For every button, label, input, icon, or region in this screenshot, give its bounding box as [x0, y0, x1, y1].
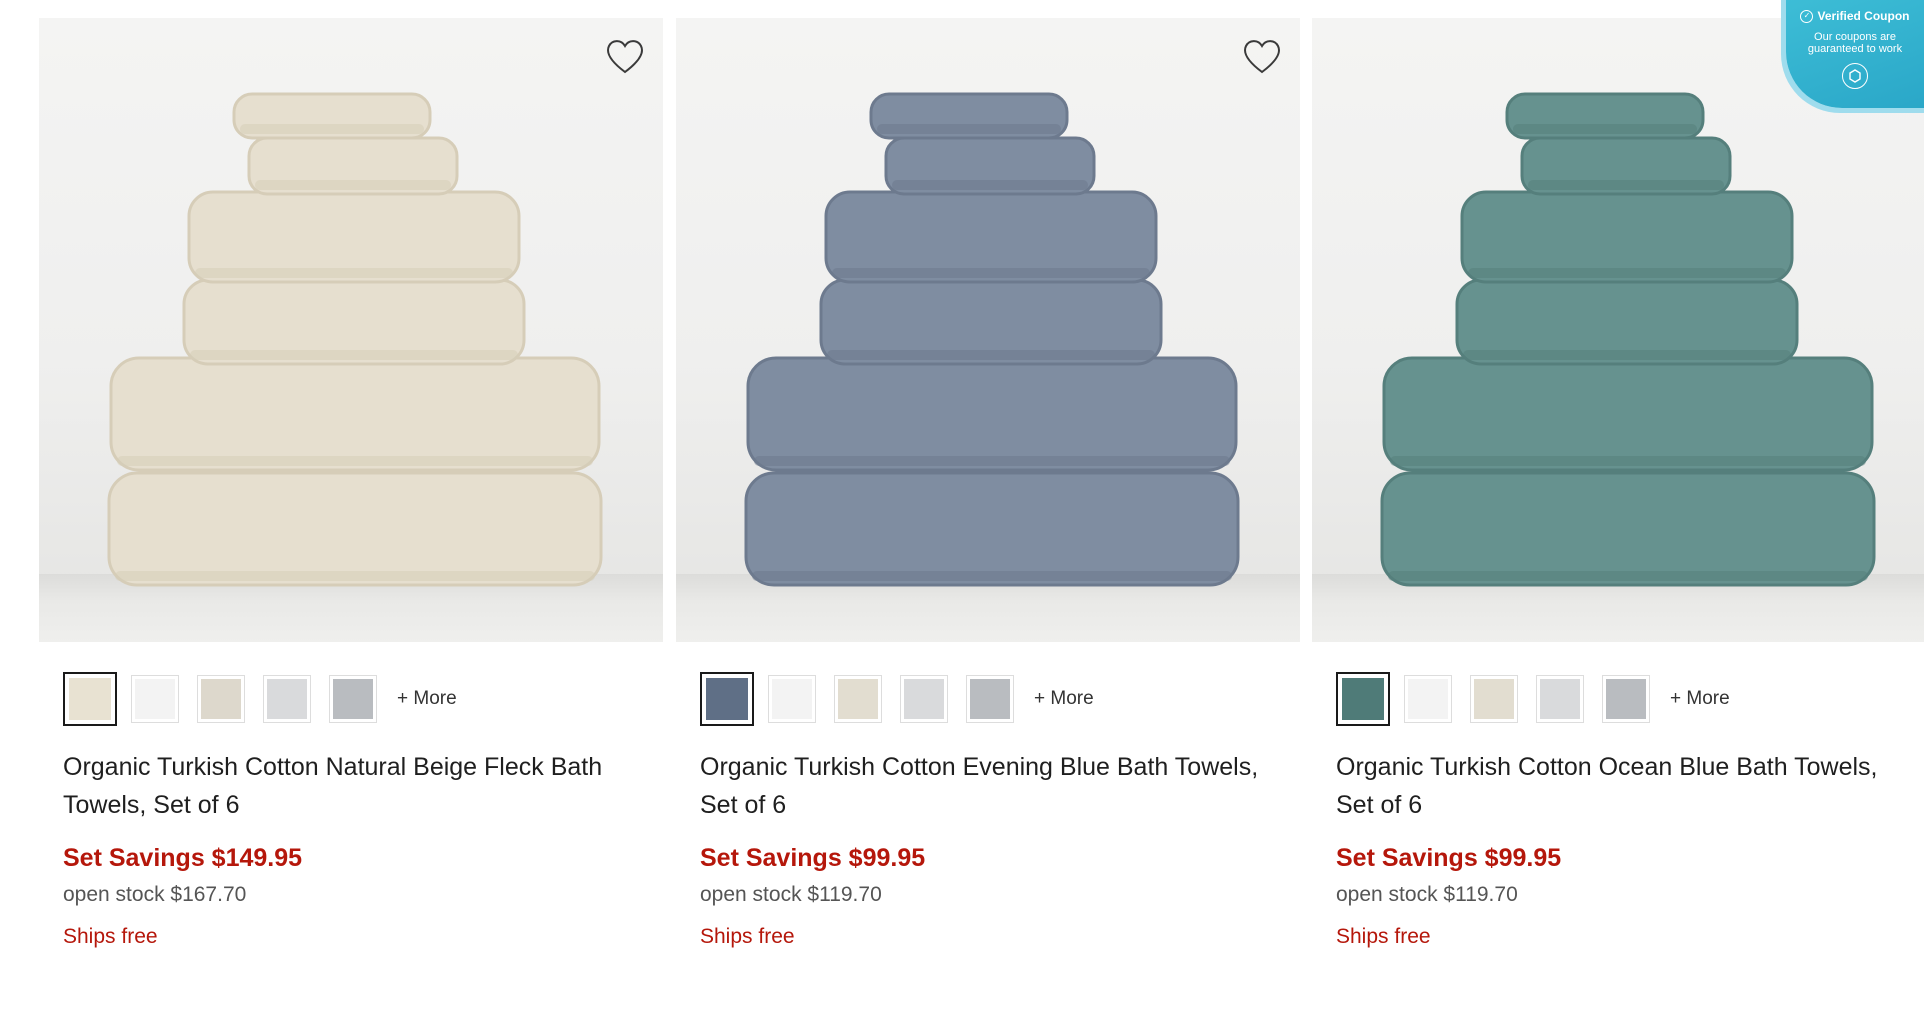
shipping-info: Ships free: [700, 925, 795, 948]
swatch-light-grey[interactable]: [1536, 675, 1584, 723]
swatch-white[interactable]: [1404, 675, 1452, 723]
towel-layer-shadow: [752, 571, 1232, 581]
color-swatches: + More: [676, 672, 1300, 726]
towel-layer-shadow: [115, 571, 595, 581]
more-colors-link[interactable]: + More: [1034, 688, 1094, 710]
towel-layer-shadow: [892, 180, 1088, 190]
open-stock-price: open stock $119.70: [1336, 883, 1518, 906]
swatch-evening-blue[interactable]: [700, 672, 754, 726]
coupon-description: Our coupons are guaranteed to work: [1807, 31, 1903, 55]
towel-stack-illustration: [107, 92, 603, 587]
product-card[interactable]: + More Organic Turkish Cotton Ocean Blue…: [1312, 18, 1924, 949]
towel-layer-shadow: [1390, 456, 1866, 466]
towel-layer-shadow: [1528, 180, 1724, 190]
towel-layer-shadow: [754, 456, 1230, 466]
shipping-info: Ships free: [1336, 925, 1431, 948]
swatch-white[interactable]: [768, 675, 816, 723]
towel-layer-shadow: [195, 268, 513, 278]
towel-layer: [746, 356, 1238, 472]
towel-layer-shadow: [1388, 571, 1868, 581]
coupon-title: Verified Coupon: [1817, 9, 1910, 23]
towel-layer-shadow: [240, 124, 424, 134]
open-stock-price: open stock $119.70: [700, 883, 882, 906]
swatch-natural-beige-fleck[interactable]: [63, 672, 117, 726]
towel-layer: [1380, 471, 1876, 587]
swatch-light-grey[interactable]: [900, 675, 948, 723]
more-colors-link[interactable]: + More: [1670, 688, 1730, 710]
swatch-natural[interactable]: [197, 675, 245, 723]
product-image[interactable]: [39, 18, 663, 642]
towel-layer-shadow: [877, 124, 1061, 134]
product-card[interactable]: + More Organic Turkish Cotton Evening Bl…: [676, 18, 1300, 949]
set-savings-price: Set Savings $149.95: [63, 844, 303, 872]
product-image[interactable]: [1312, 18, 1924, 642]
coupon-logo-icon: [1842, 63, 1868, 89]
swatch-natural[interactable]: [834, 675, 882, 723]
more-colors-link[interactable]: + More: [397, 688, 457, 710]
towel-layer-shadow: [190, 350, 518, 360]
color-swatches: + More: [39, 672, 663, 726]
product-title[interactable]: Organic Turkish Cotton Natural Beige Fle…: [39, 748, 663, 824]
check-circle-icon: ✓: [1800, 9, 1814, 23]
towel-layer: [109, 356, 601, 472]
towel-layer-shadow: [117, 456, 593, 466]
verified-coupon-badge[interactable]: ✓ Verified Coupon Our coupons are guaran…: [1786, 0, 1924, 108]
swatch-light-grey[interactable]: [263, 675, 311, 723]
product-title[interactable]: Organic Turkish Cotton Evening Blue Bath…: [676, 748, 1300, 824]
favorite-heart-icon[interactable]: [603, 34, 647, 78]
swatch-grey[interactable]: [1602, 675, 1650, 723]
product-image[interactable]: [676, 18, 1300, 642]
towel-stack-illustration: [744, 92, 1240, 587]
product-title[interactable]: Organic Turkish Cotton Ocean Blue Bath T…: [1312, 748, 1924, 824]
color-swatches: + More: [1312, 672, 1924, 726]
swatch-white[interactable]: [131, 675, 179, 723]
product-card[interactable]: + More Organic Turkish Cotton Natural Be…: [39, 18, 663, 949]
towel-layer-shadow: [832, 268, 1150, 278]
towel-layer-shadow: [1463, 350, 1791, 360]
swatch-ocean-blue[interactable]: [1336, 672, 1390, 726]
towel-layer-shadow: [1468, 268, 1786, 278]
swatch-natural[interactable]: [1470, 675, 1518, 723]
favorite-heart-icon[interactable]: [1240, 34, 1284, 78]
set-savings-price: Set Savings $99.95: [1336, 844, 1562, 872]
towel-layer: [107, 471, 603, 587]
towel-layer-shadow: [1513, 124, 1697, 134]
towel-layer-shadow: [827, 350, 1155, 360]
coupon-header: ✓ Verified Coupon: [1786, 9, 1924, 23]
set-savings-price: Set Savings $99.95: [700, 844, 926, 872]
towel-layer: [1382, 356, 1874, 472]
towel-layer-shadow: [255, 180, 451, 190]
open-stock-price: open stock $167.70: [63, 883, 247, 906]
towel-stack-illustration: [1380, 92, 1876, 587]
product-grid: + More Organic Turkish Cotton Natural Be…: [0, 0, 1924, 1010]
shipping-info: Ships free: [63, 925, 158, 948]
towel-layer: [744, 471, 1240, 587]
swatch-grey[interactable]: [966, 675, 1014, 723]
swatch-grey[interactable]: [329, 675, 377, 723]
